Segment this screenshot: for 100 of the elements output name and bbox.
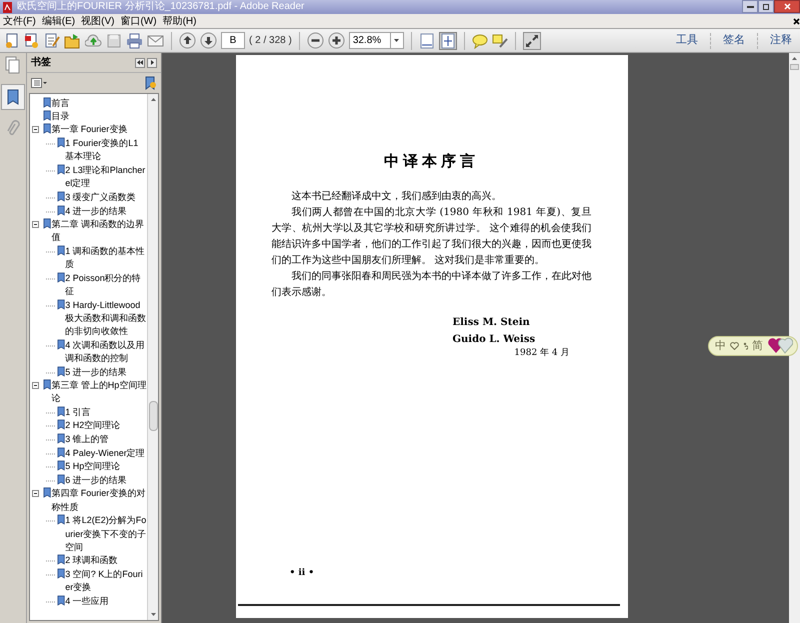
scrollbar-thumb[interactable]: [148, 401, 158, 431]
bookmark-item[interactable]: 第四章 Fourier变换的对称性质: [51, 487, 147, 514]
bookmark-icon: [57, 474, 66, 486]
menu-item[interactable]: 视图(V): [78, 14, 118, 28]
envelope-icon[interactable]: [147, 32, 164, 48]
highlight-text-icon[interactable]: [492, 32, 508, 48]
cloud-upload-icon[interactable]: [85, 32, 102, 48]
restore-button[interactable]: [758, 0, 774, 13]
bookmark-item[interactable]: 目录: [51, 110, 147, 124]
toolbar-link[interactable]: 工具: [664, 32, 710, 49]
pdf-file-icon: [2, 2, 13, 12]
bookmark-item[interactable]: 5 进一步的结果: [65, 366, 147, 379]
bookmark-icon: [57, 137, 66, 148]
collapse-panel-button[interactable]: [135, 58, 145, 68]
bookmark-icon: [57, 514, 66, 526]
convert-document-icon[interactable]: [24, 32, 40, 48]
page-number: • ii •: [290, 567, 314, 580]
page-number-field[interactable]: B: [221, 32, 245, 49]
caret-icon: [394, 39, 400, 42]
bookmark-item[interactable]: 1 调和函数的基本性质: [65, 244, 147, 272]
page-heading: 中译本序言: [383, 151, 480, 172]
double-left-arrow-icon: [137, 60, 143, 65]
bookmark-item[interactable]: 4 Paley-Wiener定理: [65, 446, 147, 460]
edit-document-icon[interactable]: [44, 32, 60, 48]
bookmark-item[interactable]: 3 缓变广义函数类: [65, 190, 147, 204]
close-icon: [784, 3, 790, 10]
create-document-icon[interactable]: [4, 32, 20, 48]
heart-icon: [730, 342, 739, 350]
bookmark-icon: [7, 89, 19, 105]
scrollbar-thumb[interactable]: [790, 64, 799, 70]
bookmark-icon: [57, 338, 66, 350]
zoom-in-icon[interactable]: [328, 32, 345, 49]
close-button[interactable]: [774, 0, 800, 13]
fit-page-icon[interactable]: [438, 32, 457, 50]
bookmark-item[interactable]: 2 球调和函数: [65, 554, 147, 568]
pages-icon[interactable]: [5, 56, 21, 74]
scroll-up-icon: [792, 57, 797, 60]
minimize-button[interactable]: [742, 0, 758, 13]
bookmark-item[interactable]: 3 锥上的管: [65, 433, 147, 446]
printer-icon[interactable]: [126, 32, 143, 48]
bookmarks-tab[interactable]: [1, 84, 25, 110]
menu-item[interactable]: 窗口(W): [117, 14, 160, 28]
bookmark-item[interactable]: 6 进一步的结果: [65, 474, 147, 488]
right-arrow-icon: [150, 60, 154, 65]
bookmark-item[interactable]: 前言: [51, 97, 147, 110]
bookmark-item[interactable]: 4 次调和函数以及用调和函数的控制: [65, 338, 147, 366]
previous-page-icon[interactable]: [179, 32, 196, 49]
scrollbar[interactable]: [147, 94, 158, 620]
next-page-icon[interactable]: [200, 32, 217, 49]
toolbar-link[interactable]: 签名: [711, 32, 757, 49]
bookmark-item[interactable]: 第二章 调和函数的边界值: [51, 218, 147, 244]
collapse-toggle-icon[interactable]: [32, 382, 39, 389]
open-folder-icon[interactable]: [64, 32, 81, 48]
scroll-down-icon: [150, 613, 156, 616]
collapse-toggle-icon[interactable]: [32, 490, 39, 498]
vertical-scrollbar[interactable]: [789, 53, 800, 623]
bookmark-item[interactable]: 第三章 管上的Hp空间理论: [51, 378, 147, 406]
bookmark-icon: [57, 298, 66, 310]
close-icon[interactable]: [793, 18, 800, 24]
bookmark-icon: [57, 406, 66, 417]
bookmark-icon: [57, 204, 66, 216]
expand-arrows-icon[interactable]: [522, 32, 541, 50]
bookmark-item[interactable]: 1 引言: [65, 406, 147, 419]
zoom-out-icon[interactable]: [306, 32, 324, 49]
signature-name: Guido L. Weiss: [452, 332, 536, 346]
bookmark-item[interactable]: 3 Hardy-Littlewood极大函数和调和函数的非切向收敛性: [65, 298, 147, 338]
panel-title: 书签: [31, 56, 51, 70]
bookmark-search-icon[interactable]: [145, 76, 157, 90]
options-button[interactable]: [147, 58, 157, 68]
bookmark-item[interactable]: 4 进一步的结果: [65, 204, 147, 218]
zoom-dropdown-button[interactable]: [390, 32, 404, 49]
bookmark-icon: [57, 366, 66, 377]
bookmark-item[interactable]: 2 Poisson积分的特征: [65, 272, 147, 298]
ime-mode-label: 中: [715, 338, 726, 354]
bookmark-icon: [57, 419, 66, 430]
fit-width-icon[interactable]: [418, 32, 435, 48]
bookmark-item[interactable]: 4 一些应用: [65, 595, 147, 608]
list-options-icon[interactable]: [31, 78, 47, 88]
menu-item[interactable]: 编辑(E): [38, 14, 78, 28]
collapse-toggle-icon[interactable]: [32, 220, 39, 228]
bookmark-icon: [57, 595, 66, 606]
bookmark-item[interactable]: 5 Hp空间理论: [65, 460, 147, 474]
bookmark-icon: [43, 110, 52, 122]
bookmark-item[interactable]: 2 H2空间理论: [65, 419, 147, 433]
bookmark-item[interactable]: 2 L3理论和Plancherel定理: [65, 164, 147, 190]
speech-bubble-icon[interactable]: [472, 32, 488, 48]
bookmark-item[interactable]: 第一章 Fourier变换: [51, 123, 147, 137]
ime-toolbar[interactable]: 中 简: [708, 336, 798, 356]
toolbar-link[interactable]: 注释: [758, 32, 796, 49]
paperclip-icon[interactable]: [6, 120, 20, 138]
bookmark-item[interactable]: 1 将L2(E2)分解为Fourier变换下不变的子空间: [65, 514, 147, 554]
signature-name: Eliss M. Stein: [452, 316, 530, 330]
zoom-field[interactable]: 32.8%: [348, 32, 391, 49]
menu-item[interactable]: 帮助(H): [160, 14, 200, 28]
bookmark-icon: [57, 190, 66, 202]
bookmark-item[interactable]: 3 空间? K上的Fourier变换: [65, 568, 147, 595]
bookmark-item[interactable]: 1 Fourier变换的L1基本理论: [65, 137, 147, 164]
menu-item[interactable]: 文件(F): [0, 14, 39, 28]
bookmark-icon: [57, 433, 66, 444]
collapse-toggle-icon[interactable]: [32, 126, 39, 134]
